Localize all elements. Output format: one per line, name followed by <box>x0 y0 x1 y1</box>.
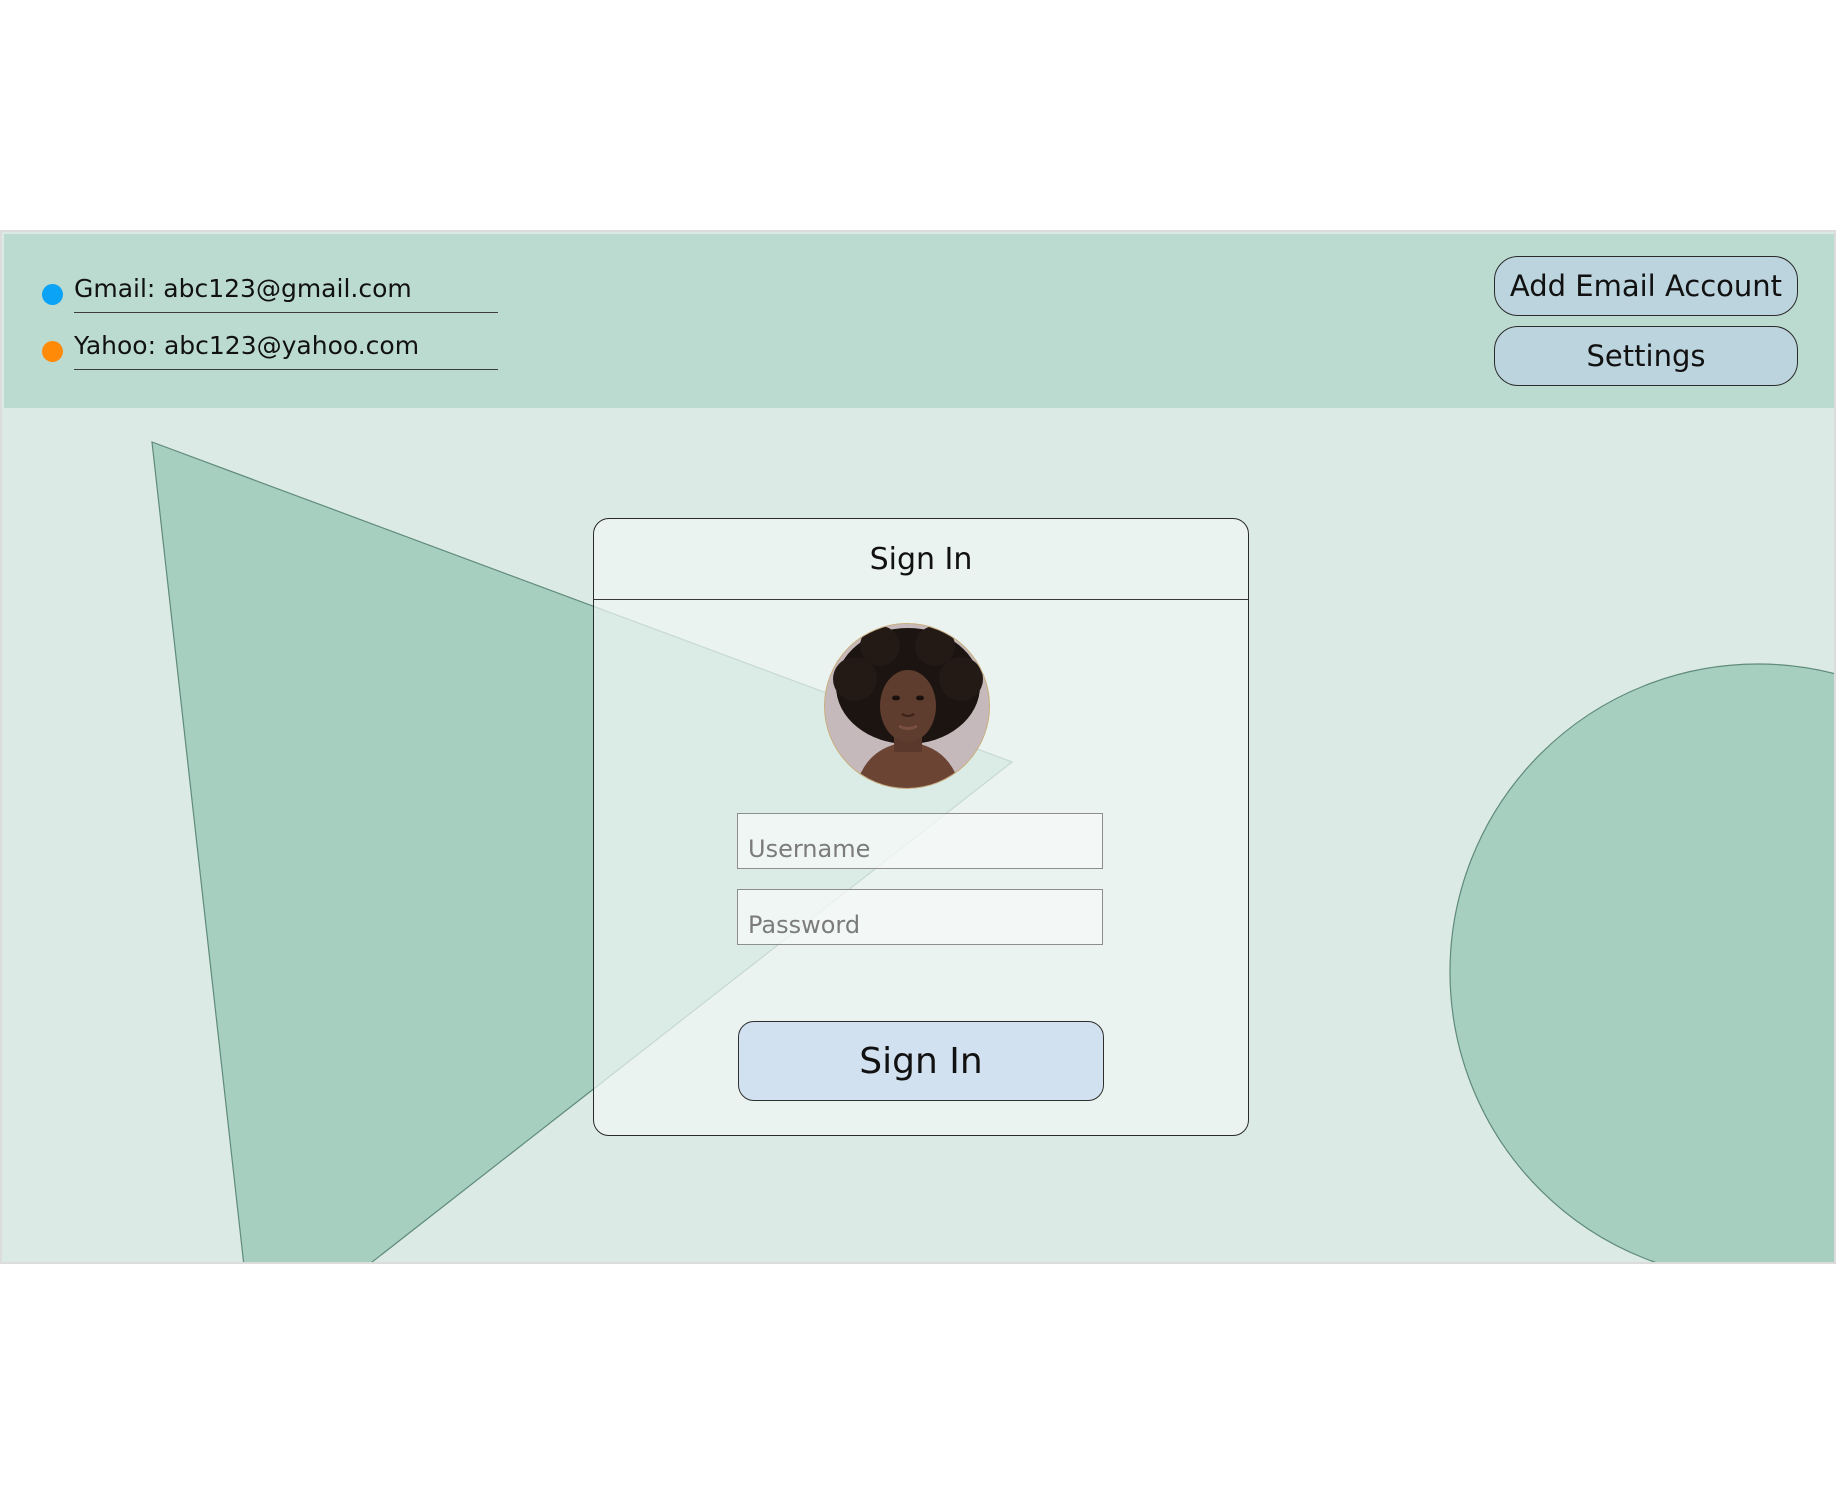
avatar-portrait-icon <box>825 624 989 788</box>
account-item-yahoo[interactable]: Yahoo: abc123@yahoo.com <box>4 319 504 370</box>
yahoo-status-dot <box>42 341 63 362</box>
app-window: Gmail: abc123@gmail.com Yahoo: abc123@ya… <box>0 230 1836 1264</box>
password-input[interactable] <box>737 889 1103 945</box>
account-divider <box>74 369 498 370</box>
gmail-status-dot <box>42 284 63 305</box>
background-circle <box>1449 663 1834 1262</box>
account-label-gmail: Gmail: abc123@gmail.com <box>74 274 412 303</box>
sign-in-card: Sign In Sign In <box>593 518 1249 1136</box>
sign-in-button[interactable]: Sign In <box>738 1021 1104 1101</box>
add-email-account-button[interactable]: Add Email Account <box>1494 256 1798 316</box>
avatar <box>824 623 990 789</box>
settings-button[interactable]: Settings <box>1494 326 1798 386</box>
account-label-yahoo: Yahoo: abc123@yahoo.com <box>74 331 420 360</box>
account-bar: Gmail: abc123@gmail.com Yahoo: abc123@ya… <box>4 234 1834 408</box>
card-title: Sign In <box>594 519 1248 600</box>
username-input[interactable] <box>737 813 1103 869</box>
account-divider <box>74 312 498 313</box>
account-item-gmail[interactable]: Gmail: abc123@gmail.com <box>4 262 504 313</box>
